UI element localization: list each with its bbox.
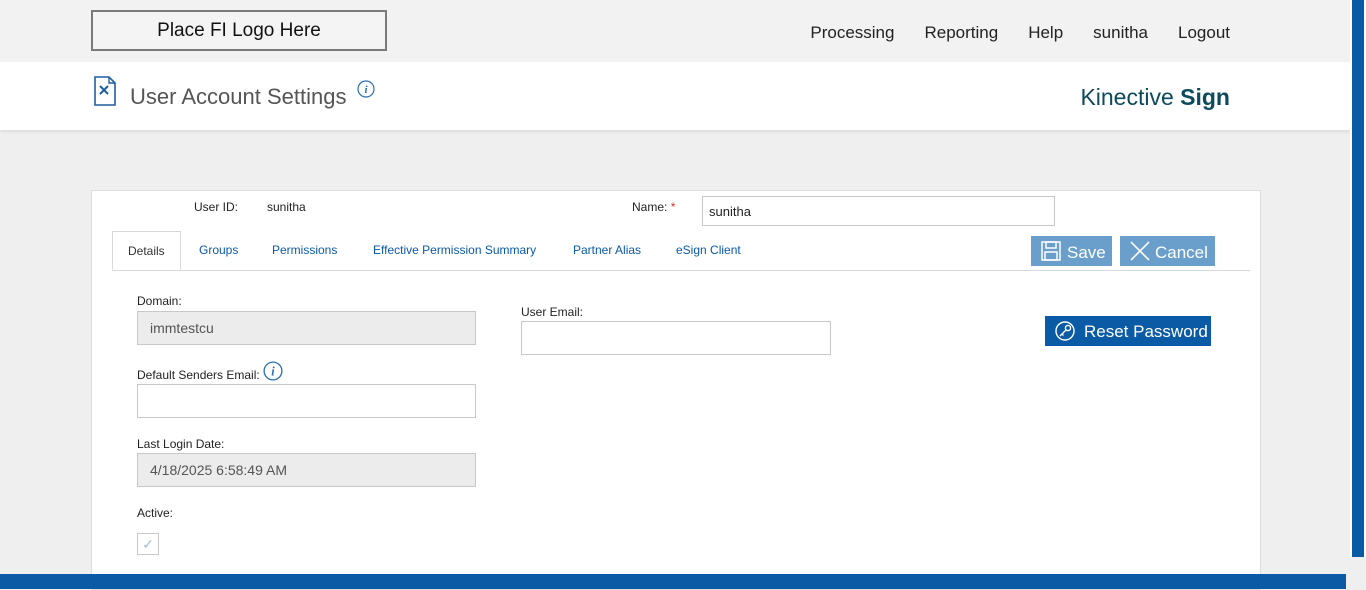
domain-field: [137, 311, 476, 345]
info-icon[interactable]: i: [357, 80, 375, 98]
nav-user[interactable]: sunitha: [1093, 23, 1148, 43]
svg-text:i: i: [364, 84, 368, 96]
key-reset-icon: [1055, 321, 1075, 341]
last-login-date-field: [137, 453, 476, 487]
tab-permissions[interactable]: Permissions: [272, 243, 337, 257]
vertical-scrollbar[interactable]: [1350, 0, 1366, 557]
active-checkbox[interactable]: ✓: [137, 533, 159, 555]
page-header: User Account Settings i Kinective Sign: [0, 62, 1350, 130]
last-login-date-label: Last Login Date:: [137, 437, 225, 451]
name-input[interactable]: [702, 196, 1055, 226]
domain-label: Domain:: [137, 294, 182, 308]
tab-partner-alias[interactable]: Partner Alias: [573, 243, 641, 257]
default-senders-email-label: Default Senders Email:: [137, 368, 260, 382]
svg-text:i: i: [271, 364, 275, 378]
name-label: Name: *: [632, 200, 676, 214]
brand-logo: Kinective Sign: [1080, 84, 1230, 110]
close-icon: [1130, 241, 1150, 261]
user-id-value: sunitha: [267, 200, 306, 214]
reset-password-button[interactable]: Reset Password: [1045, 316, 1211, 346]
fi-logo-placeholder: Place FI Logo Here: [91, 10, 387, 51]
user-id-label: User ID:: [194, 200, 239, 214]
save-icon: [1041, 241, 1061, 261]
active-label: Active:: [137, 506, 174, 520]
nav-reporting[interactable]: Reporting: [924, 23, 998, 43]
nav-logout[interactable]: Logout: [1178, 23, 1230, 43]
save-button[interactable]: Save: [1031, 236, 1112, 266]
nav-processing[interactable]: Processing: [810, 23, 894, 43]
footer-bar: [0, 574, 1346, 589]
user-settings-panel: User ID: sunitha Name: * Details Groups …: [91, 190, 1261, 590]
required-marker: *: [670, 200, 676, 214]
info-icon[interactable]: i: [263, 361, 283, 381]
cancel-button[interactable]: Cancel: [1120, 236, 1215, 266]
default-senders-email-input[interactable]: [137, 384, 476, 418]
tab-groups[interactable]: Groups: [199, 243, 238, 257]
settings-document-icon: [94, 76, 116, 106]
user-email-label: User Email:: [521, 305, 584, 319]
checkmark-icon: ✓: [142, 535, 154, 552]
tab-effective-permission-summary[interactable]: Effective Permission Summary: [373, 243, 536, 257]
tab-esign-client[interactable]: eSign Client: [676, 243, 741, 257]
nav-help[interactable]: Help: [1028, 23, 1063, 43]
top-bar: Place FI Logo Here Processing Reporting …: [0, 0, 1350, 62]
page-title: User Account Settings: [130, 84, 347, 109]
scrollbar-thumb[interactable]: [1352, 0, 1364, 557]
tab-details[interactable]: Details: [112, 231, 181, 270]
top-nav: Processing Reporting Help sunitha Logout: [810, 23, 1230, 43]
user-email-input[interactable]: [521, 321, 831, 355]
